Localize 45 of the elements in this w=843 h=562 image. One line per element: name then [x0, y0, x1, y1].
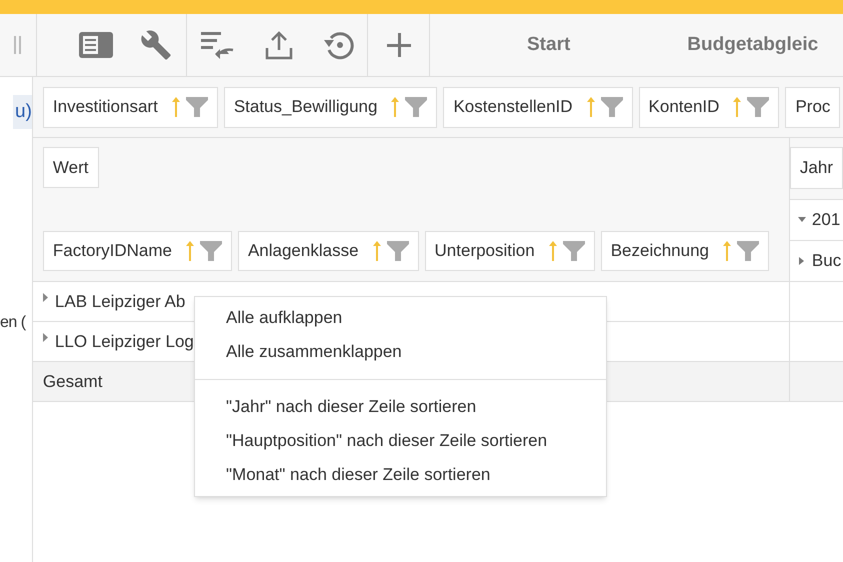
reset-icon[interactable]: [323, 30, 355, 60]
sort-arrow-icon[interactable]: [723, 240, 732, 262]
field-chip[interactable]: Status_Bewilligung: [224, 86, 438, 128]
toolbar-tab[interactable]: Budgetabgleic: [687, 30, 818, 60]
sort-arrow-icon[interactable]: [733, 96, 742, 118]
field-chip[interactable]: KontenID: [638, 86, 780, 128]
field-chip[interactable]: Wert: [42, 147, 98, 188]
toolbar-tab[interactable]: Start: [527, 30, 570, 60]
filter-icon[interactable]: [405, 97, 428, 117]
sidebar-link[interactable]: u): [13, 95, 32, 129]
menu-item[interactable]: "Hauptposition" nach dieser Zeile sortieren: [195, 424, 606, 458]
filter-icon[interactable]: [747, 97, 770, 117]
drag-handle-icon[interactable]: [14, 36, 22, 54]
field-chip[interactable]: Anlagenklasse: [238, 231, 419, 271]
field-chip[interactable]: Bezeichnung: [600, 231, 770, 271]
wrench-icon[interactable]: [140, 29, 172, 61]
filter-icon[interactable]: [386, 241, 409, 261]
upload-icon[interactable]: [265, 30, 293, 60]
field-chip[interactable]: Proc: [785, 86, 840, 128]
filter-icon[interactable]: [186, 97, 208, 117]
menu-item[interactable]: "Monat" nach dieser Zeile sortieren: [195, 458, 606, 492]
field-chip[interactable]: KostenstellenID: [443, 86, 633, 128]
menu-item[interactable]: Alle aufklappen: [195, 301, 606, 335]
field-chip[interactable]: Unterposition: [424, 231, 595, 271]
sort-arrow-icon[interactable]: [391, 96, 400, 118]
sort-icon[interactable]: [201, 30, 235, 60]
sidebar-label: en (: [0, 313, 26, 333]
filter-icon[interactable]: [562, 241, 585, 261]
sort-arrow-icon[interactable]: [586, 96, 595, 118]
filter-icon[interactable]: [200, 241, 222, 261]
sort-arrow-icon[interactable]: [548, 240, 557, 262]
sort-arrow-icon[interactable]: [172, 96, 180, 118]
plus-icon[interactable]: [386, 33, 410, 57]
collapsed-caret-icon[interactable]: [798, 257, 806, 265]
collapsed-caret-icon[interactable]: [42, 293, 49, 302]
field-chip[interactable]: FactoryIDName: [42, 231, 232, 271]
panel-icon[interactable]: [79, 32, 113, 58]
filter-icon[interactable]: [737, 241, 760, 261]
expanded-caret-icon[interactable]: [798, 216, 806, 224]
field-chip[interactable]: Jahr: [790, 147, 843, 189]
sort-arrow-icon[interactable]: [372, 240, 381, 262]
sort-arrow-icon[interactable]: [186, 240, 194, 262]
field-chip[interactable]: Investitionsart: [42, 86, 218, 128]
collapsed-caret-icon[interactable]: [42, 333, 49, 342]
filter-icon[interactable]: [600, 97, 623, 117]
